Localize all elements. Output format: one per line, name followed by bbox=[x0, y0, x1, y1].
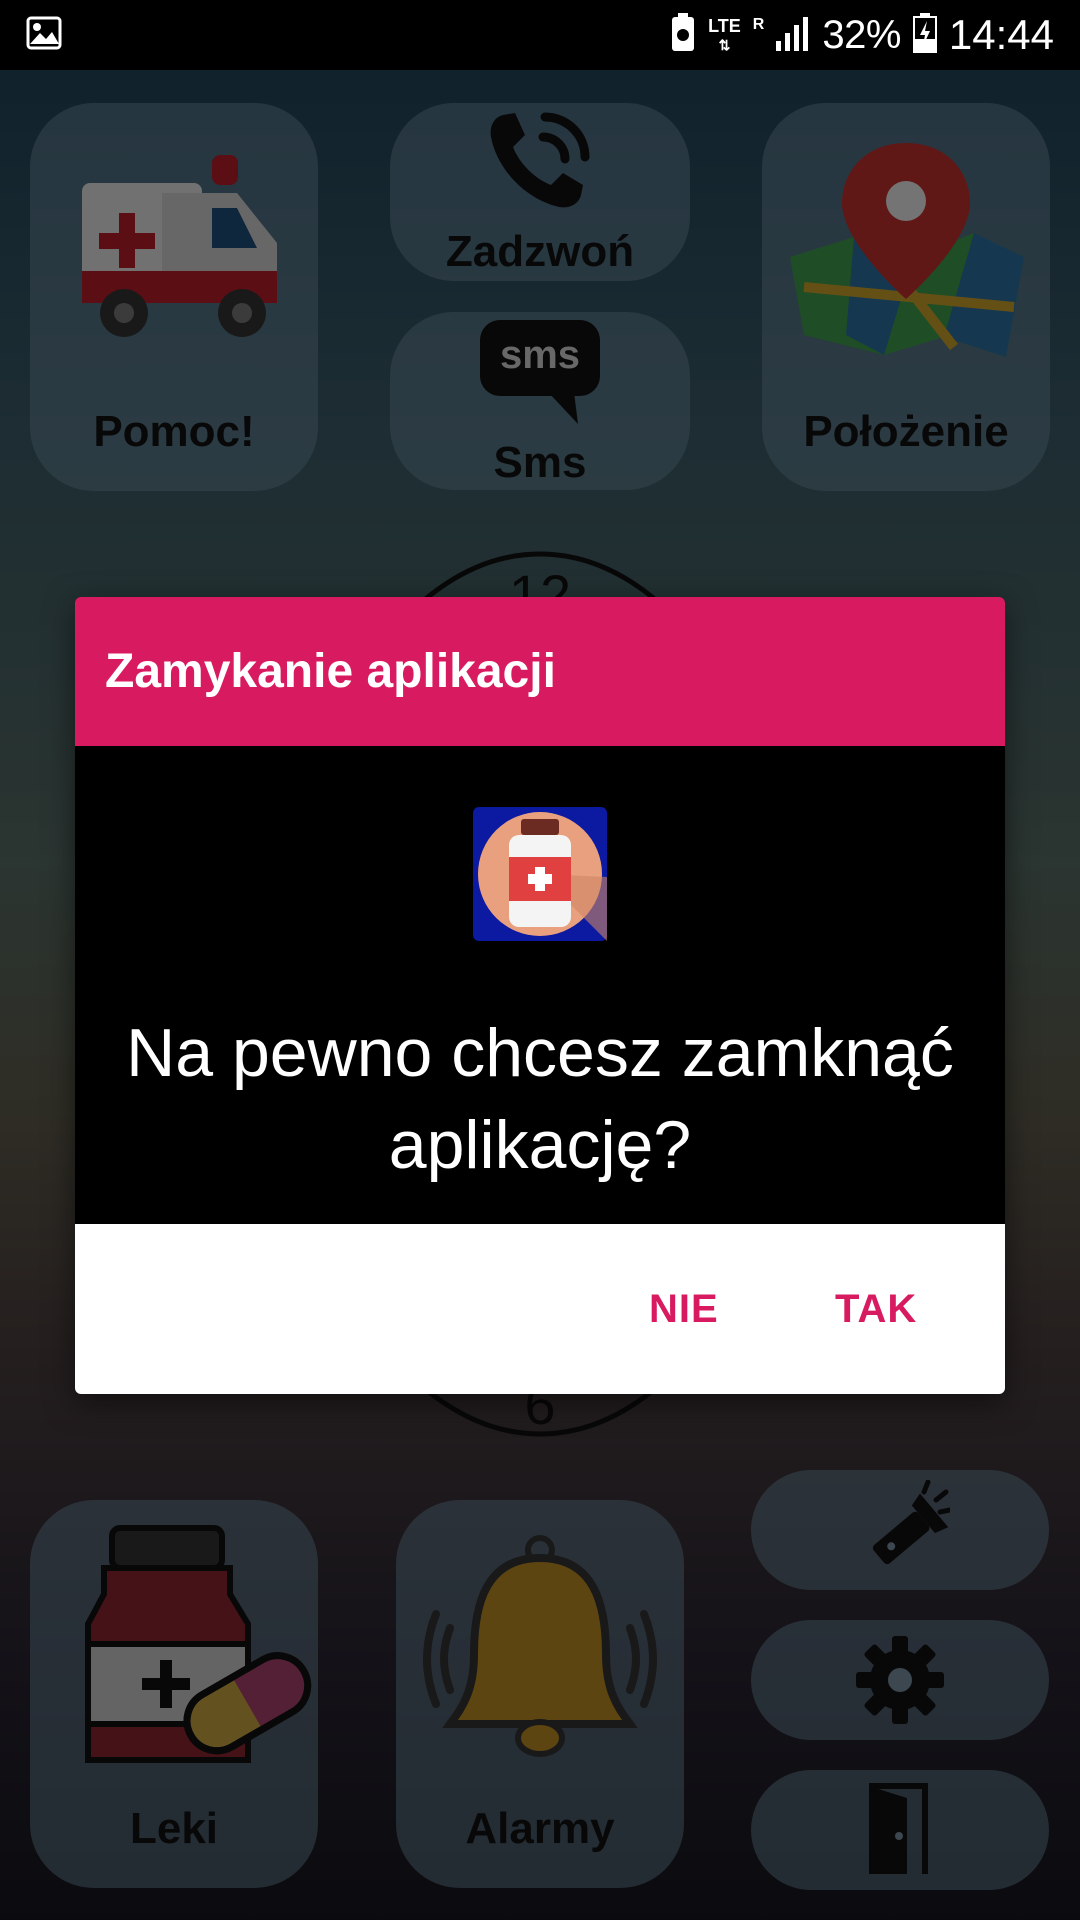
dialog-body: Na pewno chcesz zamknąć aplikację? bbox=[75, 746, 1005, 1224]
app-medicine-icon bbox=[473, 807, 607, 941]
dialog-header: Zamykanie aplikacji bbox=[75, 597, 1005, 746]
recycle-icon bbox=[670, 12, 696, 58]
dialog-title: Zamykanie aplikacji bbox=[105, 645, 556, 698]
battery-icon bbox=[912, 12, 937, 58]
close-app-dialog: Zamykanie aplikacji Na pewno chcesz zamk… bbox=[75, 597, 1005, 1394]
clock-time: 14:44 bbox=[948, 11, 1054, 58]
image-icon bbox=[26, 16, 62, 55]
dialog-actions: NIE TAK bbox=[75, 1224, 1005, 1394]
battery-percent: 32% bbox=[822, 12, 901, 57]
signal-icon bbox=[776, 15, 810, 56]
dialog-message: Na pewno chcesz zamknąć aplikację? bbox=[126, 1015, 954, 1183]
roaming-indicator: R bbox=[752, 16, 765, 33]
no-button[interactable]: NIE bbox=[649, 1224, 719, 1394]
yes-button[interactable]: TAK bbox=[835, 1224, 917, 1394]
status-bar: LTE ⇅ R 32% 14:44 bbox=[0, 0, 1080, 70]
network-type: LTE ⇅ bbox=[708, 15, 741, 53]
